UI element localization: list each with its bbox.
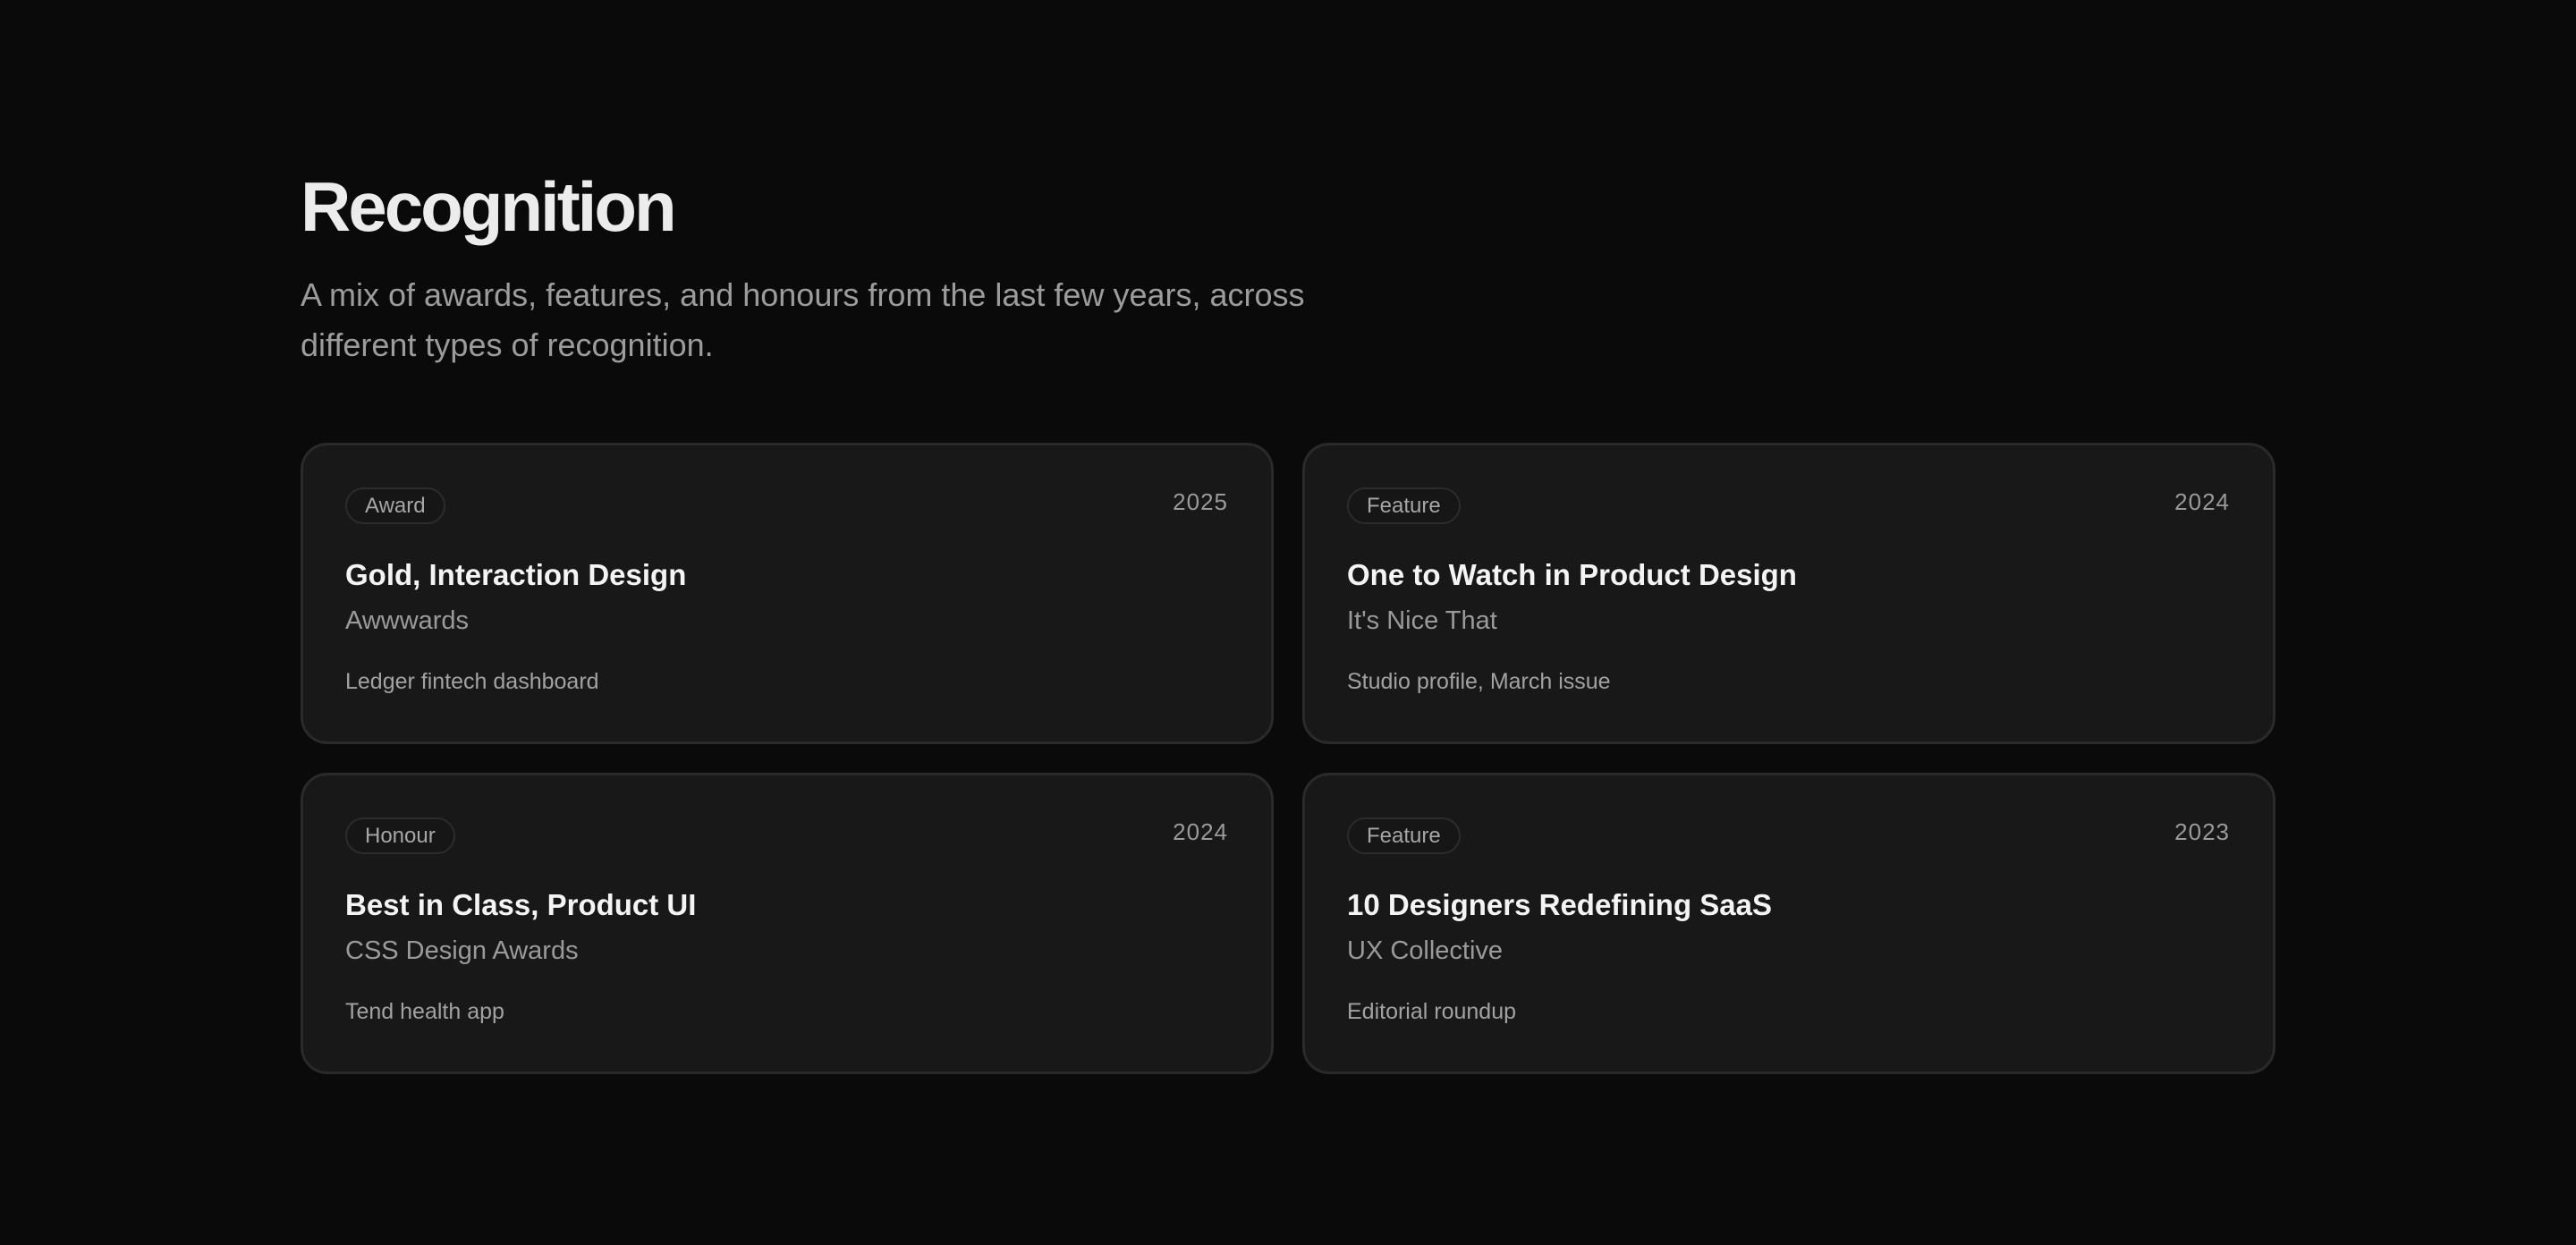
year-label: 2024	[2174, 488, 2230, 515]
year-label: 2023	[2174, 818, 2230, 845]
section-subtitle: A mix of awards, features, and honours f…	[301, 276, 1305, 363]
recognition-card[interactable]: Feature 2024 One to Watch in Product Des…	[1302, 443, 2275, 744]
card-source: UX Collective	[1347, 936, 1504, 965]
card-title: Gold, Interaction Design	[345, 558, 687, 591]
recognition-grid: Award 2025 Gold, Interaction Design Awww…	[301, 443, 2275, 1074]
year-label: 2025	[1173, 488, 1228, 515]
card-source: It's Nice That	[1347, 606, 1497, 635]
category-badge: Feature	[1347, 817, 1461, 854]
recognition-card[interactable]: Award 2025 Gold, Interaction Design Awww…	[301, 443, 1274, 744]
recognition-section: Recognition A mix of awards, features, a…	[301, 166, 2275, 1074]
card-description: Ledger fintech dashboard	[345, 669, 599, 694]
card-source: CSS Design Awards	[345, 936, 579, 965]
category-badge: Award	[345, 487, 445, 524]
card-source: Awwwards	[345, 606, 470, 635]
card-description: Editorial roundup	[1347, 999, 1517, 1024]
card-title: One to Watch in Product Design	[1347, 558, 1797, 591]
year-label: 2024	[1173, 818, 1228, 845]
category-badge: Feature	[1347, 487, 1461, 524]
card-title: Best in Class, Product UI	[345, 888, 697, 921]
card-title: 10 Designers Redefining SaaS	[1347, 888, 1773, 921]
recognition-card[interactable]: Feature 2023 10 Designers Redefining Saa…	[1302, 773, 2275, 1074]
category-badge: Honour	[345, 817, 455, 854]
recognition-card[interactable]: Honour 2024 Best in Class, Product UI CS…	[301, 773, 1274, 1074]
card-description: Studio profile, March issue	[1347, 669, 1611, 694]
card-description: Tend health app	[345, 999, 504, 1024]
section-title: Recognition	[301, 167, 677, 246]
